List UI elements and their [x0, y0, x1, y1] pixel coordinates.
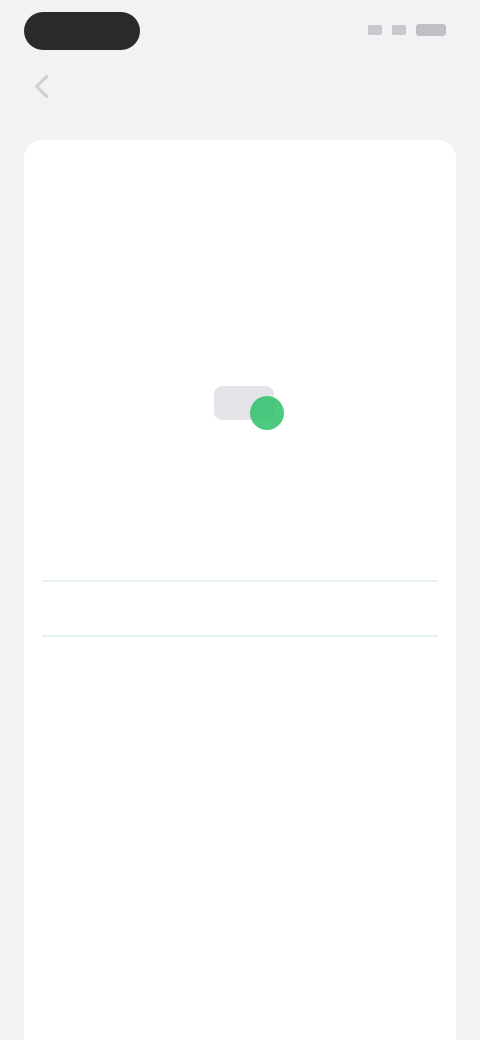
battery-icon — [416, 24, 446, 36]
screen — [0, 0, 480, 1040]
signal-icon — [368, 25, 382, 35]
content-card — [24, 140, 456, 1040]
status-indicator-icon — [204, 372, 304, 442]
active-dot — [250, 396, 284, 430]
progress-track-2 — [42, 635, 438, 637]
status-bar — [0, 0, 480, 60]
chevron-left-icon[interactable] — [34, 74, 59, 99]
status-icons — [368, 24, 446, 36]
progress-track — [42, 580, 438, 582]
navigation-bar — [0, 60, 480, 114]
dynamic-island — [24, 12, 140, 50]
wifi-icon — [392, 25, 406, 35]
